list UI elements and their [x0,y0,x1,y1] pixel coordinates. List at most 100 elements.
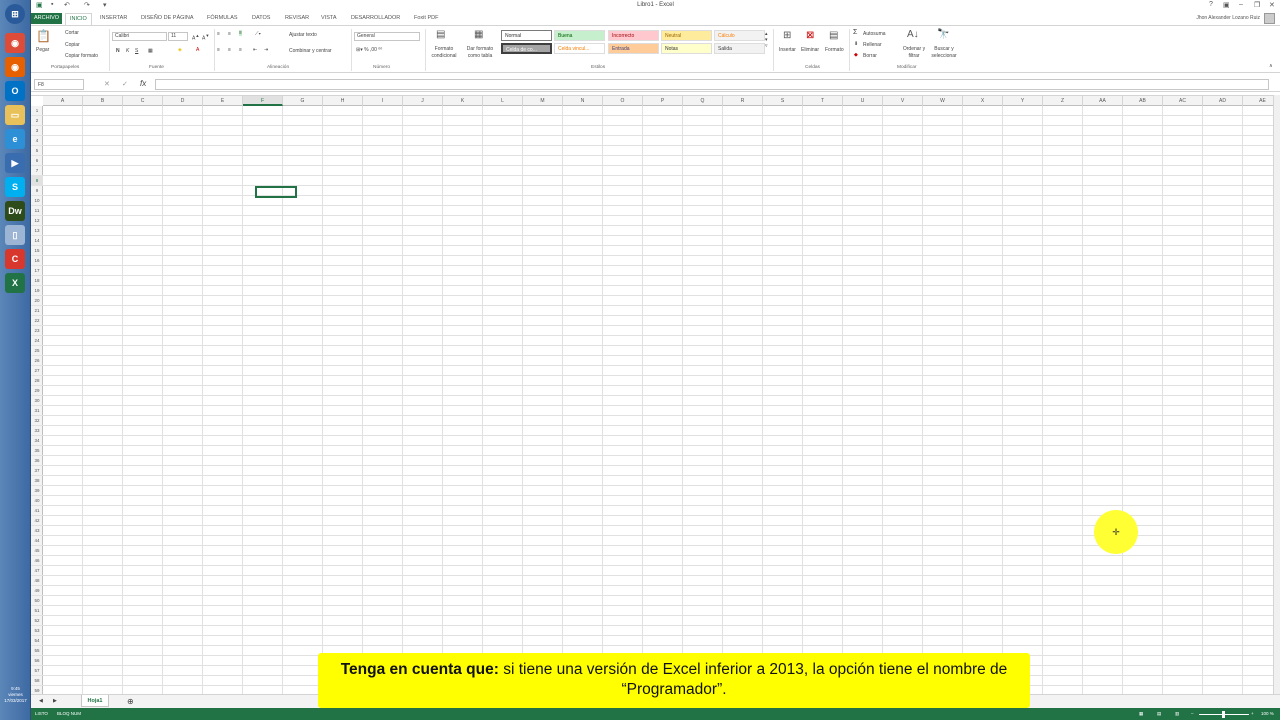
paste-icon[interactable]: 📋 [36,29,51,43]
row-header[interactable]: 26 [31,356,43,366]
row-header[interactable]: 42 [31,516,43,526]
tab-desarrollador[interactable]: DESARROLLADOR [351,14,400,25]
tab-formulas[interactable]: FÓRMULAS [207,14,238,25]
column-header[interactable]: W [923,96,963,106]
delete-cells-icon[interactable]: ⊠ [806,30,814,41]
column-header[interactable]: I [363,96,403,106]
cell-style-8[interactable]: Notas [661,43,712,54]
italic-button[interactable]: K [126,48,129,54]
column-header[interactable]: G [283,96,323,106]
cell-style-3[interactable]: Neutral [661,30,712,41]
column-header[interactable]: AC [1163,96,1203,106]
column-header[interactable]: N [563,96,603,106]
row-header[interactable]: 24 [31,336,43,346]
row-header[interactable]: 31 [31,406,43,416]
row-header[interactable]: 10 [31,196,43,206]
orientation-icon[interactable]: ⟋▾ [255,31,261,37]
vertical-scrollbar[interactable] [1273,95,1280,694]
autosum-icon[interactable]: Σ [853,29,857,36]
cell-style-7[interactable]: Entrada [608,43,659,54]
row-header[interactable]: 53 [31,626,43,636]
zoom-level[interactable]: 100 % [1261,711,1274,716]
cell-style-0[interactable]: Normal [501,30,552,41]
ie-icon[interactable]: e [5,129,25,149]
tab-archivo[interactable]: ARCHIVO [31,13,63,24]
row-header[interactable]: 46 [31,556,43,566]
row-header[interactable]: 11 [31,206,43,216]
row-header[interactable]: 22 [31,316,43,326]
page-break-icon[interactable]: ▥ [1175,711,1179,717]
row-header[interactable]: 39 [31,486,43,496]
dreamweaver-icon[interactable]: Dw [5,201,25,221]
row-header[interactable]: 50 [31,596,43,606]
cell-style-2[interactable]: Incorrecto [608,30,659,41]
row-header[interactable]: 30 [31,396,43,406]
zoom-slider-thumb[interactable] [1222,711,1225,718]
active-cell[interactable] [255,186,297,198]
close-icon[interactable]: ✕ [1269,1,1275,9]
increase-indent-icon[interactable]: ⇥ [264,47,268,53]
row-header[interactable]: 57 [31,666,43,676]
cancel-icon[interactable]: ✕ [104,80,110,88]
row-header[interactable]: 13 [31,226,43,236]
row-header[interactable]: 7 [31,166,43,176]
fill-color-icon[interactable]: ◈ [178,47,182,53]
next-sheet-icon[interactable]: ▶ [53,698,57,704]
prev-sheet-icon[interactable]: ◀ [39,698,43,704]
column-header[interactable]: R [723,96,763,106]
bold-button[interactable]: N [116,48,120,54]
column-header[interactable]: O [603,96,643,106]
row-header[interactable]: 40 [31,496,43,506]
column-header[interactable]: T [803,96,843,106]
delete-cells-button[interactable]: Eliminar [801,47,819,53]
insert-cells-icon[interactable]: ⊞ [783,30,791,41]
number-format-select[interactable]: General [354,32,420,41]
column-header[interactable]: Y [1003,96,1043,106]
column-header[interactable]: F [243,96,283,106]
cell-style-4[interactable]: Cálculo [714,30,765,41]
media-player-icon[interactable]: ▶ [5,153,25,173]
row-header[interactable]: 48 [31,576,43,586]
outlook-icon[interactable]: O [5,81,25,101]
row-header[interactable]: 34 [31,436,43,446]
column-header[interactable]: E [203,96,243,106]
help-icon[interactable]: ? [1209,1,1213,8]
find-select-icon[interactable]: 🔭 [937,29,949,40]
tab-insertar[interactable]: INSERTAR [100,14,127,25]
font-size-select[interactable]: 11 [168,32,188,41]
name-box[interactable]: F8 [34,79,84,90]
row-header[interactable]: 12 [31,216,43,226]
column-header[interactable]: Q [683,96,723,106]
clear-icon[interactable]: ◆ [854,52,858,58]
border-icon[interactable]: ▦ [148,48,153,54]
column-header[interactable]: AD [1203,96,1243,106]
row-header[interactable]: 27 [31,366,43,376]
row-header[interactable]: 1 [31,106,43,116]
enter-icon[interactable]: ✓ [122,80,128,88]
column-header[interactable]: A [43,96,83,106]
format-painter-button[interactable]: Copiar formato [65,53,98,59]
tab-diseno-pagina[interactable]: DISEÑO DE PÁGINA [141,14,194,25]
row-header[interactable]: 49 [31,586,43,596]
row-header[interactable]: 43 [31,526,43,536]
row-header[interactable]: 59 [31,686,43,694]
folder-icon[interactable]: ▭ [5,105,25,125]
row-header[interactable]: 15 [31,246,43,256]
row-header[interactable]: 19 [31,286,43,296]
start-button[interactable]: ⊞ [5,4,25,24]
column-header[interactable]: X [963,96,1003,106]
row-header[interactable]: 20 [31,296,43,306]
row-header[interactable]: 5 [31,146,43,156]
column-header[interactable]: U [843,96,883,106]
fill-button[interactable]: Rellenar [863,42,882,48]
drive-icon[interactable]: ▯ [5,225,25,245]
sheet-tab[interactable]: Hoja1 [81,695,109,707]
align-middle-icon[interactable]: ≡ [228,31,231,37]
avatar[interactable] [1264,13,1275,24]
cell-style-6[interactable]: Celda vincul... [554,43,605,54]
row-header[interactable]: 21 [31,306,43,316]
row-header[interactable]: 2 [31,116,43,126]
row-header[interactable]: 18 [31,276,43,286]
format-as-table-icon[interactable]: ▦ [474,29,483,40]
format-cells-button[interactable]: Formato [825,47,844,53]
